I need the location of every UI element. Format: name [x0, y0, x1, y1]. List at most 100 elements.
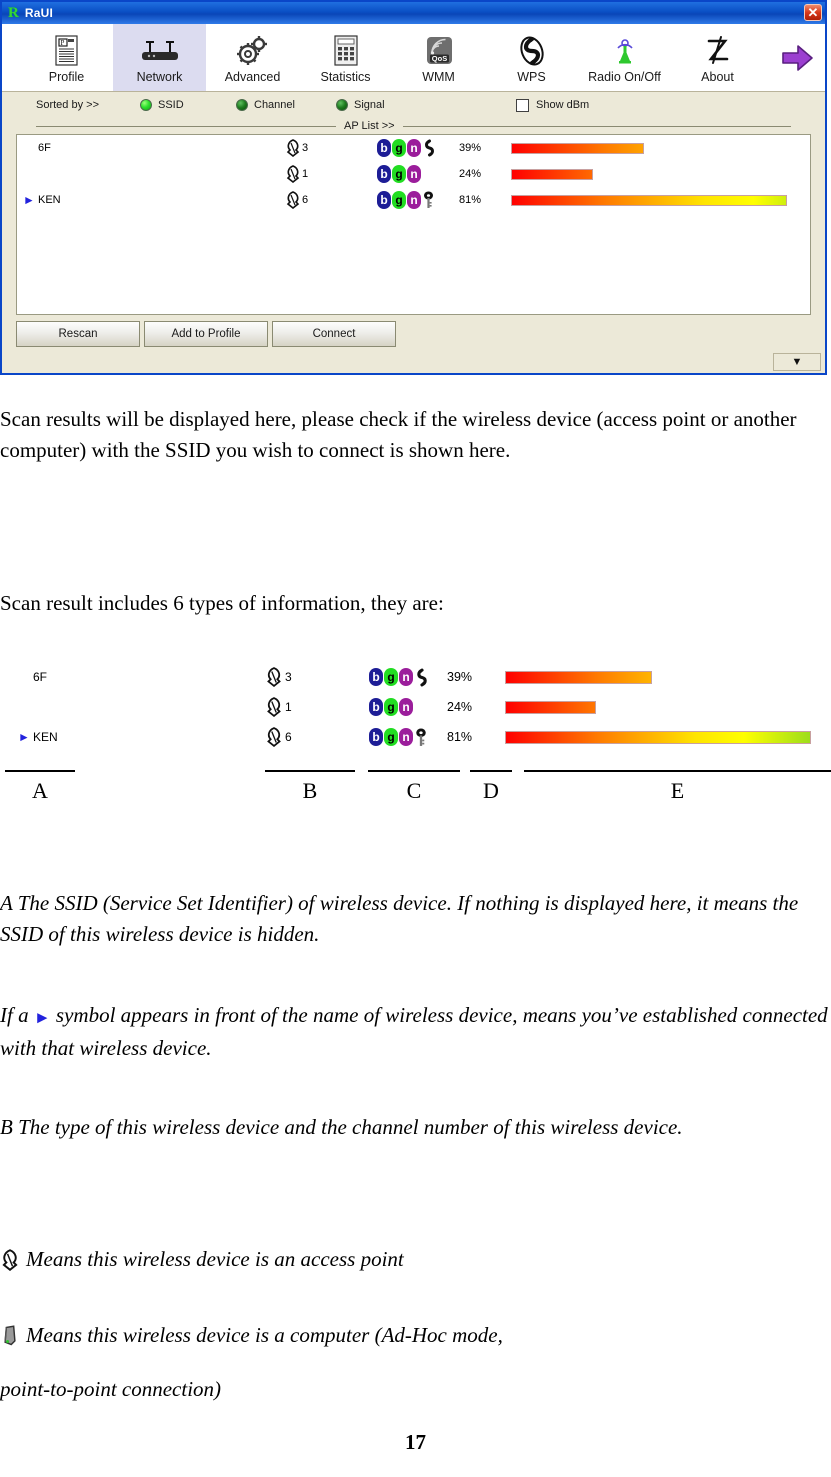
bullet-adhoc: Means this wireless device is a computer…: [0, 1320, 828, 1351]
connected-marker-icon: ►: [18, 730, 30, 744]
figure-rule-e: [524, 770, 831, 772]
ap-list-header: AP List >>: [2, 118, 825, 134]
ap-channel-cell: 1: [285, 165, 377, 183]
figure-channel-cell: 6: [265, 727, 369, 747]
raui-logo-icon: R: [8, 4, 19, 21]
connect-button[interactable]: Connect: [272, 321, 396, 347]
signal-bar: [511, 168, 593, 180]
ap-ssid-label: KEN: [38, 194, 61, 206]
tab-profile[interactable]: P Profile: [20, 24, 113, 91]
sort-option-ssid[interactable]: SSID: [140, 99, 236, 111]
show-dbm-checkbox[interactable]: Show dBm: [516, 98, 590, 112]
access-point-icon: [286, 191, 300, 209]
tab-network[interactable]: Network: [113, 24, 206, 91]
figure-ssid-label: 6F: [33, 670, 48, 684]
ap-channel-label: 6: [302, 194, 309, 206]
connected-marker-icon: ►: [18, 671, 30, 683]
figure-signal-percent: 39%: [447, 670, 473, 684]
close-icon[interactable]: ✕: [804, 4, 822, 21]
radio-signal-icon[interactable]: [336, 99, 348, 111]
table-row[interactable]: ► KEN 6 b g n 81%: [17, 187, 810, 213]
table-row[interactable]: ► 1 b g n 24%: [17, 161, 810, 187]
header-rule-right: [402, 125, 791, 127]
table-row[interactable]: ► 6F 3 b g n 39%: [17, 135, 810, 161]
ap-ssid-cell: ►: [23, 168, 285, 180]
ap-channel-cell: 6: [285, 191, 377, 209]
figure-signal-bar-cell: [505, 670, 831, 684]
chevron-down-icon: ▼: [791, 356, 803, 368]
gears-icon: [236, 33, 270, 69]
paragraph-a-connected-before: If a: [0, 1003, 34, 1027]
cap-b-icon: b: [369, 668, 383, 686]
tab-radio-on-off-label: Radio On/Off: [588, 70, 661, 84]
ap-signal-percent: 39%: [459, 142, 482, 154]
ap-channel-label: 1: [302, 168, 309, 180]
radio-ssid-icon[interactable]: [140, 99, 152, 111]
ap-signal-bar-cell: [511, 168, 810, 180]
profile-icon: P: [54, 33, 80, 69]
cap-g-icon: g: [384, 698, 398, 716]
ap-ssid-label: 6F: [38, 142, 51, 154]
connected-marker-icon: ►: [33, 1008, 51, 1027]
ap-ssid-cell: ► 6F: [23, 142, 285, 154]
figure-channel-label: 6: [285, 730, 292, 744]
ap-signal-bar-cell: [511, 194, 810, 206]
figure-ssid-cell: ► KEN: [0, 730, 265, 744]
access-point-icon: [267, 727, 281, 747]
connected-marker-icon: ►: [18, 701, 30, 713]
page-number: 17: [405, 1430, 426, 1454]
sort-option-channel[interactable]: Channel: [236, 99, 336, 111]
show-dbm-label: Show dBm: [536, 99, 590, 111]
signal-bar: [505, 700, 596, 714]
rescan-button[interactable]: Rescan: [16, 321, 140, 347]
tab-wps[interactable]: WPS: [485, 24, 578, 91]
purple-right-arrow-icon: [782, 44, 813, 71]
tab-radio-on-off[interactable]: Radio On/Off: [578, 24, 671, 91]
tab-advanced[interactable]: Advanced: [206, 24, 299, 91]
figure-signal-percent: 81%: [447, 730, 473, 744]
sort-option-signal[interactable]: Signal: [336, 99, 516, 111]
ap-capabilities-cell: b g n: [377, 165, 459, 183]
add-to-profile-button[interactable]: Add to Profile: [144, 321, 268, 347]
wps-swirl-icon: [425, 139, 434, 157]
key-icon: [416, 728, 426, 746]
paragraph-a: A The SSID (Service Set Identifier) of w…: [0, 891, 799, 946]
toolbar-next-button[interactable]: [781, 24, 825, 91]
cap-n-icon: n: [407, 139, 421, 157]
svg-text:QoS: QoS: [431, 54, 446, 63]
figure-row: ► 1 b g n 24%: [0, 692, 831, 722]
ap-ssid-cell: ► KEN: [23, 194, 285, 206]
paragraph-intro: Scan results will be displayed here, ple…: [0, 407, 797, 462]
figure-channel-label: 3: [285, 670, 292, 684]
tab-about[interactable]: About: [671, 24, 764, 91]
signal-bar: [505, 670, 652, 684]
figure-rule-a: [5, 770, 75, 772]
tab-statistics[interactable]: Statistics: [299, 24, 392, 91]
tab-statistics-label: Statistics: [320, 70, 371, 84]
figure-signal-bar-cell: [505, 730, 831, 744]
sort-option-channel-label: Channel: [254, 99, 295, 111]
signal-bar: [511, 142, 644, 154]
checkbox-icon[interactable]: [516, 98, 529, 112]
bullet-adhoc-label: Means this wireless device is a computer…: [26, 1323, 503, 1347]
signature-icon: [704, 33, 732, 69]
figure-label-b: B: [302, 778, 318, 803]
figure-rule-d: [470, 770, 512, 772]
figure-rule-c: [368, 770, 460, 772]
radio-channel-icon[interactable]: [236, 99, 248, 111]
tab-wmm[interactable]: QoS WMM: [392, 24, 485, 91]
paragraph-b: B The type of this wireless device and t…: [0, 1115, 683, 1139]
figure-row: ► 6F 3 b g n 39%: [0, 662, 831, 692]
bullet-access-point: Means this wireless device is an access …: [0, 1244, 828, 1275]
ap-capabilities-cell: b g n: [377, 139, 459, 157]
header-rule-left: [36, 125, 336, 127]
computer-adhoc-icon: [4, 1325, 16, 1346]
sort-option-signal-label: Signal: [354, 99, 385, 111]
figure-capabilities-cell: b g n: [369, 728, 447, 747]
cap-n-icon: n: [399, 728, 413, 746]
sorted-by-label: Sorted by >>: [36, 99, 99, 111]
ap-list[interactable]: ► 6F 3 b g n 39%: [16, 134, 811, 315]
cap-g-icon: g: [392, 139, 406, 157]
tab-wmm-label: WMM: [422, 70, 455, 84]
expand-panel-button[interactable]: ▼: [773, 353, 821, 371]
